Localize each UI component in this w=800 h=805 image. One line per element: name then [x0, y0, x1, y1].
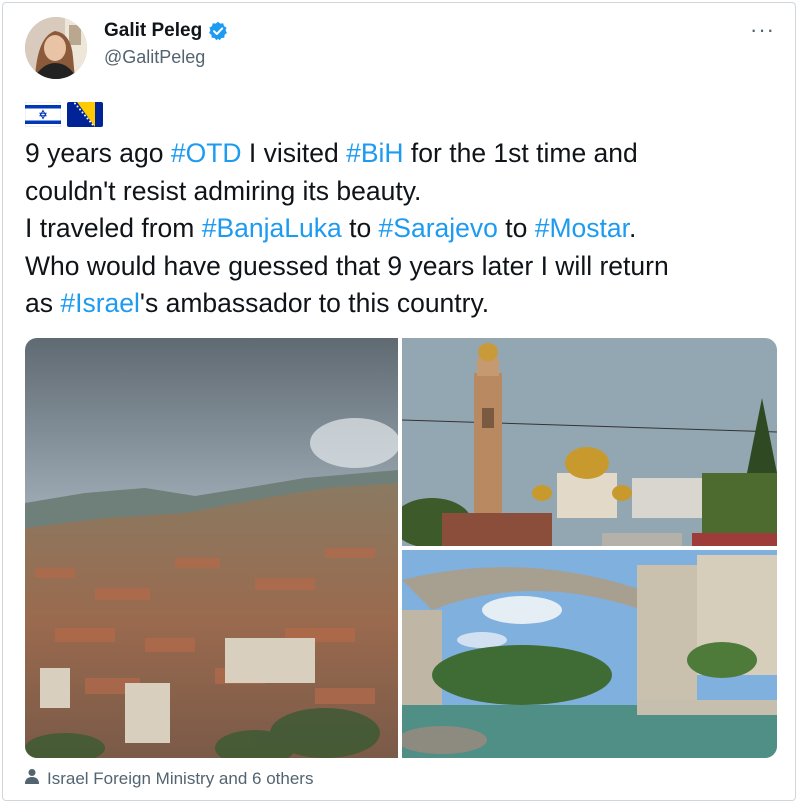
flag-emojis: [24, 101, 103, 132]
tweet-text-segment: I traveled from: [25, 213, 202, 243]
tweet-text-segment: couldn't resist admiring its beauty.: [25, 175, 422, 206]
tweet-text: 9 years ago #OTD I visited #BiH for the …: [25, 135, 785, 323]
tagged-users-text: Israel Foreign Ministry and 6 others: [47, 768, 314, 788]
tweet-text-segment: as: [25, 288, 61, 318]
more-options-icon[interactable]: ···: [750, 19, 775, 41]
tweet-text-segment: for the 1st time and: [403, 138, 638, 168]
tweet-text-segment: to: [497, 213, 535, 243]
hashtag-link[interactable]: #Sarajevo: [379, 213, 498, 243]
hashtag-link[interactable]: #OTD: [171, 138, 242, 168]
person-icon: [25, 768, 39, 789]
mostar-bridge-photo[interactable]: [402, 550, 777, 758]
author-display-name[interactable]: Galit Peleg: [104, 20, 202, 42]
tweet-text-line: couldn't resist admiring its beauty.: [25, 173, 785, 211]
tweet-text-segment: 's ambassador to this country.: [139, 288, 490, 318]
tweet-media-grid: [25, 338, 777, 758]
hashtag-link[interactable]: #Mostar: [535, 213, 629, 243]
tweet-text-segment: Who would have guessed that 9 years late…: [25, 250, 669, 281]
israel-flag-icon: [24, 101, 62, 132]
author-name-row: Galit Peleg: [104, 20, 228, 42]
hashtag-link[interactable]: #BiH: [346, 138, 403, 168]
tweet-text-line: I traveled from #BanjaLuka to #Sarajevo …: [25, 210, 785, 248]
tweet-text-segment: I visited: [241, 138, 347, 168]
tweet-card: Galit Peleg @GalitPeleg ··· 9 years ago …: [2, 2, 796, 801]
user-avatar[interactable]: [25, 17, 87, 79]
tweet-text-segment: to: [341, 213, 379, 243]
sarajevo-city-photo[interactable]: [25, 338, 398, 758]
tweet-text-line: as #Israel's ambassador to this country.: [25, 285, 785, 323]
author-handle[interactable]: @GalitPeleg: [104, 47, 205, 68]
hashtag-link[interactable]: #Israel: [60, 288, 140, 318]
tweet-text-segment: 9 years ago: [25, 138, 171, 168]
tagged-users-row[interactable]: Israel Foreign Ministry and 6 others: [25, 768, 313, 789]
bosnia-flag-icon: [67, 102, 103, 132]
verified-badge-icon: [208, 21, 228, 41]
tweet-text-segment: .: [628, 213, 637, 243]
tweet-text-line: Who would have guessed that 9 years late…: [25, 248, 785, 286]
hashtag-link[interactable]: #BanjaLuka: [202, 213, 342, 243]
tweet-text-line: 9 years ago #OTD I visited #BiH for the …: [25, 135, 785, 173]
banja-luka-church-photo[interactable]: [402, 338, 777, 546]
